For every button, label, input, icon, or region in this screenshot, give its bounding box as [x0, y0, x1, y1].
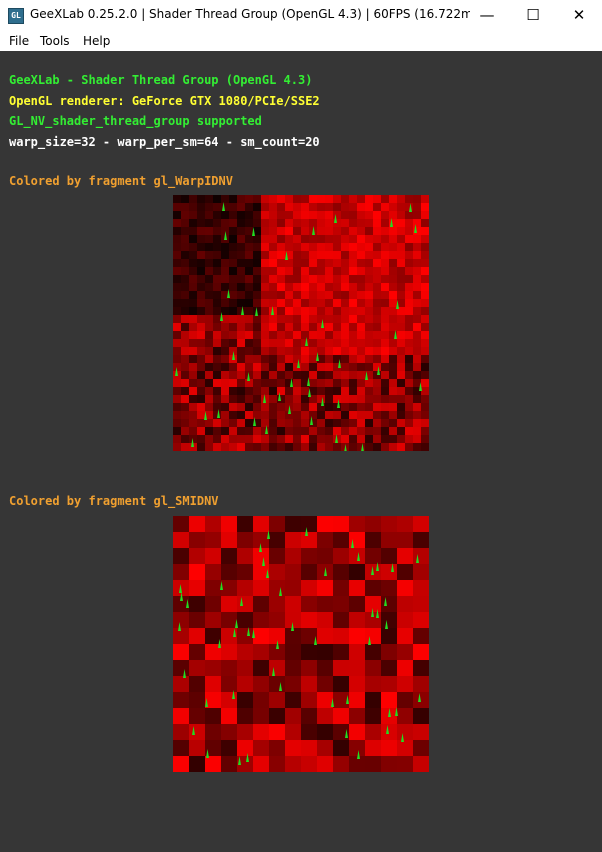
menu-help[interactable]: Help [83, 34, 110, 48]
window-title: GeeXLab 0.25.2.0 | Shader Thread Group (… [30, 7, 470, 21]
render-viewport[interactable]: GeeXLab - Shader Thread Group (OpenGL 4.… [0, 51, 602, 852]
maximize-button[interactable]: ☐ [510, 0, 556, 31]
sm-id-visualization [173, 516, 429, 772]
info-demo-title: GeeXLab - Shader Thread Group (OpenGL 4.… [9, 73, 313, 87]
menu-file[interactable]: File [9, 34, 29, 48]
app-icon: GL [8, 8, 24, 24]
sm-section-label: Colored by fragment gl_SMIDNV [9, 494, 219, 508]
warp-id-visualization [173, 195, 429, 451]
info-renderer: OpenGL renderer: GeForce GTX 1080/PCIe/S… [9, 94, 320, 108]
close-button[interactable]: ✕ [556, 0, 602, 31]
title-bar[interactable]: GL GeeXLab 0.25.2.0 | Shader Thread Grou… [0, 0, 602, 31]
info-extension-status: GL_NV_shader_thread_group supported [9, 114, 262, 128]
menu-tools[interactable]: Tools [40, 34, 70, 48]
minimize-button[interactable]: — [464, 0, 510, 31]
menu-bar: File Tools Help [0, 31, 602, 51]
warp-section-label: Colored by fragment gl_WarpIDNV [9, 174, 233, 188]
info-warp-stats: warp_size=32 - warp_per_sm=64 - sm_count… [9, 135, 320, 149]
